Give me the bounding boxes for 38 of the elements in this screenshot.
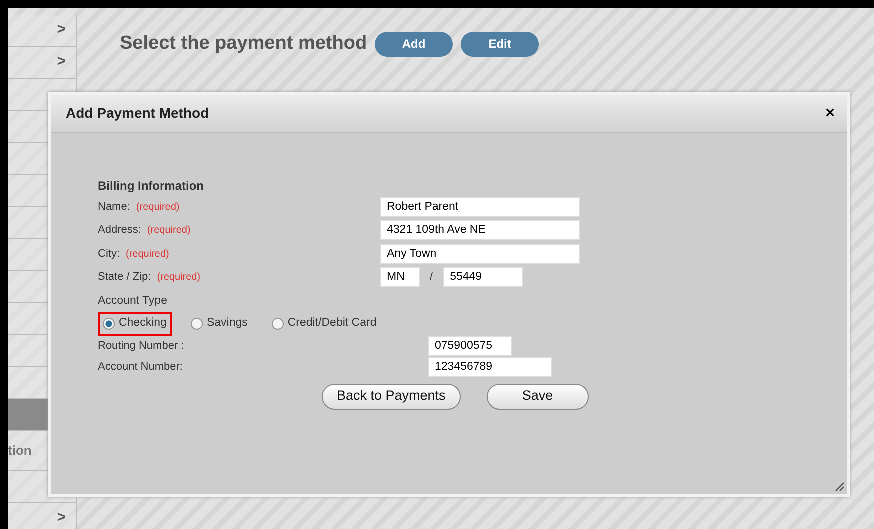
input-field[interactable]: 123456789 [428, 357, 552, 377]
input-field[interactable]: 075900575 [428, 336, 512, 356]
resize-grip-icon[interactable] [835, 482, 845, 492]
close-button[interactable]: × [826, 106, 835, 122]
separator-text: / [430, 270, 434, 285]
input-field[interactable]: 4321 109th Ave NE [380, 220, 580, 240]
dialog-title: Add Payment Method [66, 104, 210, 123]
sidebar-item[interactable]: > [8, 503, 77, 529]
field-label: Name: [98, 200, 130, 212]
radio-option[interactable]: Savings [186, 312, 253, 336]
field-label: Account Type [98, 294, 168, 309]
input-field[interactable]: MN [380, 267, 420, 288]
required-note: (required) [147, 225, 191, 236]
field-label: Account Number: [98, 360, 184, 375]
pill-button[interactable]: Add [375, 32, 454, 57]
section-heading: Billing Information [98, 178, 205, 195]
sidebar-item[interactable]: > [8, 15, 77, 47]
input-field[interactable]: Any Town [380, 244, 580, 264]
save-button[interactable]: Save [486, 384, 589, 410]
required-note: (required) [136, 202, 180, 212]
chevron-text: > [57, 20, 66, 40]
required-note: (required) [126, 248, 170, 260]
chevron-text: > [57, 52, 66, 72]
field-label: Address: [98, 224, 142, 236]
input-field[interactable]: Robert Parent [380, 196, 580, 217]
field-label: Routing Number : [98, 338, 186, 354]
radio-option[interactable]: Checking [98, 312, 172, 336]
pill-button[interactable]: Edit [461, 32, 540, 57]
input-field[interactable]: 55449 [443, 267, 524, 288]
field-label: City: [98, 248, 120, 260]
sidebar-item[interactable]: > [8, 47, 77, 79]
required-note: (required) [157, 272, 201, 283]
sidebar-item-label: tion [8, 442, 32, 460]
field-label: State / Zip: [98, 271, 152, 283]
radio-option[interactable]: Credit/Debit Card [266, 312, 382, 336]
chevron-text: > [57, 508, 66, 528]
page-heading: Select the payment method [120, 32, 368, 56]
back-button[interactable]: Back to Payments [322, 384, 461, 410]
